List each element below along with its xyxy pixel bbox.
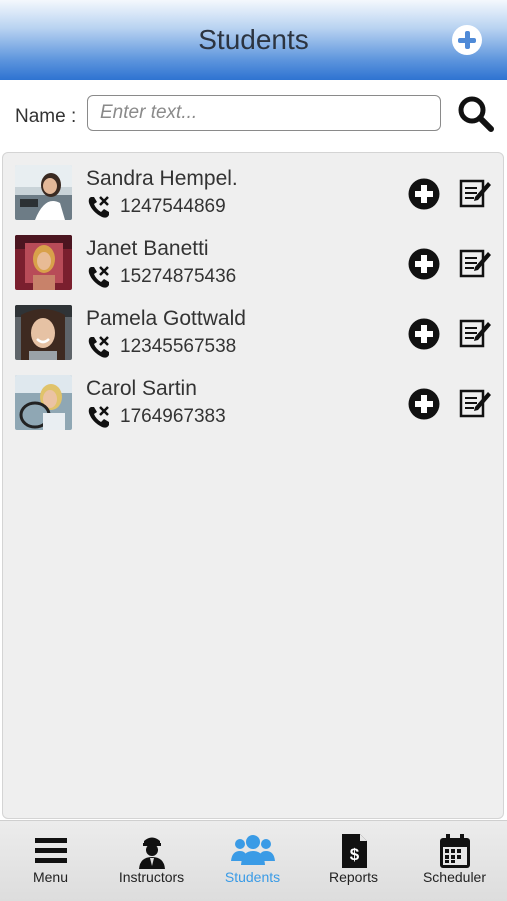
student-avatar <box>15 375 72 430</box>
student-avatar <box>15 235 72 290</box>
page-title: Students <box>198 24 309 55</box>
student-row[interactable]: Sandra Hempel. 1247544869 <box>3 153 503 223</box>
search-bar: Name : <box>0 80 507 150</box>
tab-students[interactable]: Students <box>202 821 303 901</box>
student-name: Carol Sartin <box>86 377 197 400</box>
name-search-input[interactable] <box>87 95 441 131</box>
calendar-icon <box>437 833 473 869</box>
report-document-icon: $ <box>336 833 372 869</box>
student-avatar <box>15 165 72 220</box>
add-student-icon[interactable] <box>452 25 482 55</box>
hamburger-menu-icon <box>33 833 69 869</box>
student-row[interactable]: Carol Sartin 1764967383 <box>3 363 503 433</box>
students-group-icon <box>230 833 276 869</box>
instructor-icon <box>134 833 170 869</box>
edit-note-icon[interactable] <box>458 176 492 210</box>
add-circle-icon[interactable] <box>408 318 440 350</box>
edit-note-icon[interactable] <box>458 316 492 350</box>
student-list: Sandra Hempel. 1247544869 Janet Banetti … <box>2 152 504 819</box>
tab-label: Menu <box>32 869 69 885</box>
tab-label: Students <box>224 869 281 885</box>
phone-icon <box>86 334 112 360</box>
student-phone: 1764967383 <box>120 406 226 427</box>
app-header: Students <box>0 0 507 80</box>
tab-instructors[interactable]: Instructors <box>101 821 202 901</box>
edit-note-icon[interactable] <box>458 386 492 420</box>
phone-icon <box>86 404 112 430</box>
tab-scheduler[interactable]: Scheduler <box>404 821 505 901</box>
tab-label: Instructors <box>118 869 185 885</box>
student-avatar <box>15 305 72 360</box>
tab-label: Scheduler <box>422 869 487 885</box>
student-row[interactable]: Pamela Gottwald 12345567538 <box>3 293 503 363</box>
tab-reports[interactable]: $ Reports <box>303 821 404 901</box>
add-circle-icon[interactable] <box>408 248 440 280</box>
bottom-tab-bar: Menu Instructors Students $ Reports Sche… <box>0 820 507 901</box>
edit-note-icon[interactable] <box>458 246 492 280</box>
phone-icon <box>86 194 112 220</box>
add-circle-icon[interactable] <box>408 388 440 420</box>
student-phone: 15274875436 <box>120 266 237 287</box>
student-row[interactable]: Janet Banetti 15274875436 <box>3 223 503 293</box>
search-icon[interactable] <box>456 94 496 134</box>
student-phone: 1247544869 <box>120 196 226 217</box>
student-name: Janet Banetti <box>86 237 209 260</box>
svg-text:$: $ <box>350 845 360 864</box>
add-circle-icon[interactable] <box>408 178 440 210</box>
tab-menu[interactable]: Menu <box>0 821 101 901</box>
tab-label: Reports <box>328 869 379 885</box>
student-name: Pamela Gottwald <box>86 307 246 330</box>
student-name: Sandra Hempel. <box>86 167 238 190</box>
student-phone: 12345567538 <box>120 336 237 357</box>
phone-icon <box>86 264 112 290</box>
name-label: Name : <box>15 106 77 127</box>
